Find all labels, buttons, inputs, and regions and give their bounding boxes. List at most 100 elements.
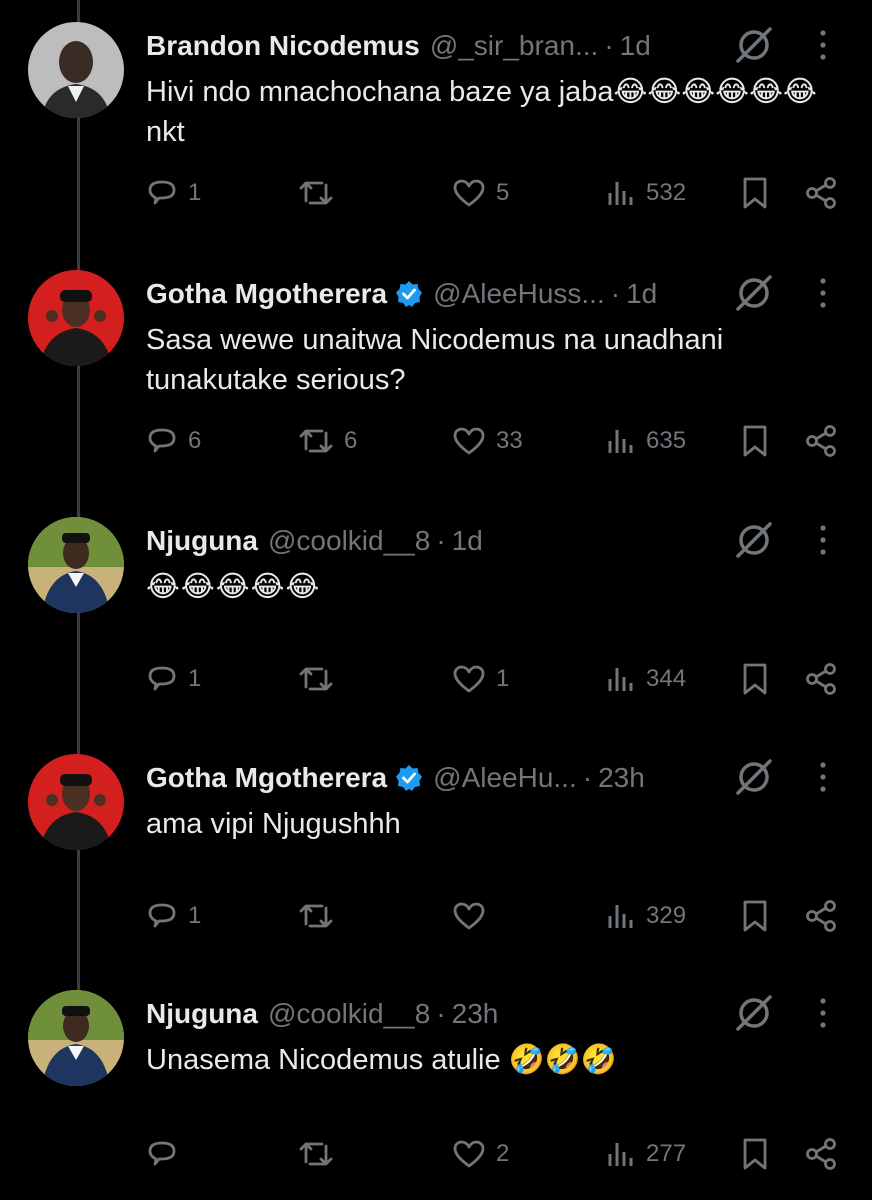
grok-icon[interactable] xyxy=(733,24,775,66)
timestamp[interactable]: 23h xyxy=(452,998,499,1030)
more-options-icon[interactable] xyxy=(806,24,840,66)
bookmark-button[interactable] xyxy=(741,421,769,461)
user-handle[interactable]: @_sir_bran... xyxy=(430,30,599,62)
more-options-icon[interactable] xyxy=(806,272,840,314)
user-handle[interactable]: @AleeHuss... xyxy=(433,278,605,310)
repost-count: 6 xyxy=(344,427,358,454)
avatar[interactable] xyxy=(28,754,124,850)
repost-button[interactable] xyxy=(298,896,344,936)
tweet-text: Unasema Nicodemus atulie 🤣🤣🤣 xyxy=(146,1044,617,1076)
separator-dot: · xyxy=(436,998,446,1029)
timestamp[interactable]: 1d xyxy=(452,525,483,557)
reply-icon xyxy=(148,903,176,928)
avatar[interactable] xyxy=(28,517,124,613)
separator-dot: · xyxy=(604,30,614,61)
view-count: 344 xyxy=(646,665,687,692)
display-name[interactable]: Njuguna xyxy=(146,525,258,557)
share-icon xyxy=(806,663,836,695)
grok-icon[interactable] xyxy=(733,519,775,561)
views-button[interactable]: 344 xyxy=(606,659,686,699)
avatar[interactable] xyxy=(28,270,124,366)
share-button[interactable] xyxy=(804,896,838,936)
views-icon xyxy=(608,182,633,205)
reply-button[interactable]: 1 xyxy=(146,659,201,699)
verified-badge-icon xyxy=(395,764,423,792)
bookmark-icon xyxy=(743,177,767,209)
view-count: 532 xyxy=(646,179,687,206)
repost-button[interactable] xyxy=(298,1134,344,1174)
bookmark-button[interactable] xyxy=(741,659,769,699)
user-handle[interactable]: @coolkid__8 xyxy=(268,998,430,1030)
user-handle[interactable]: @coolkid__8 xyxy=(268,525,430,557)
more-options-icon[interactable] xyxy=(806,756,840,798)
like-button[interactable] xyxy=(452,896,496,936)
like-button[interactable]: 2 xyxy=(452,1134,509,1174)
timestamp[interactable]: 1d xyxy=(626,278,657,310)
heart-icon xyxy=(453,427,485,455)
tweet-text: Sasa wewe unaitwa Nicodemus na unadhani … xyxy=(146,324,724,396)
timestamp[interactable]: 23h xyxy=(598,762,645,794)
views-button[interactable]: 277 xyxy=(606,1134,686,1174)
repost-icon xyxy=(299,667,333,691)
share-button[interactable] xyxy=(804,659,838,699)
verified-badge-icon xyxy=(395,280,423,308)
reply-icon xyxy=(148,666,176,691)
repost-button[interactable] xyxy=(298,173,344,213)
display-name[interactable]: Gotha Mgotherera xyxy=(146,278,387,310)
like-button[interactable]: 5 xyxy=(452,173,509,213)
separator-dot: · xyxy=(582,762,593,793)
share-icon xyxy=(806,425,836,457)
views-icon xyxy=(608,1143,633,1166)
like-count: 1 xyxy=(496,665,510,692)
like-button[interactable]: 1 xyxy=(452,659,509,699)
heart-icon xyxy=(453,179,485,207)
like-button[interactable]: 33 xyxy=(452,421,523,461)
repost-button[interactable]: 6 xyxy=(298,421,357,461)
action-bar: 6 6 33 635 xyxy=(146,421,846,461)
tweet-text: 😂😂😂😂😂 xyxy=(146,571,321,603)
views-button[interactable]: 635 xyxy=(606,421,686,461)
avatar[interactable] xyxy=(28,990,124,1086)
display-name[interactable]: Gotha Mgotherera xyxy=(146,762,387,794)
reply-button[interactable]: 6 xyxy=(146,421,201,461)
reply-button[interactable] xyxy=(146,1134,188,1174)
more-options-icon[interactable] xyxy=(806,992,840,1034)
grok-icon[interactable] xyxy=(733,992,775,1034)
display-name[interactable]: Njuguna xyxy=(146,998,258,1030)
reply-count: 6 xyxy=(188,427,202,454)
reply-icon xyxy=(148,180,176,205)
share-button[interactable] xyxy=(804,173,838,213)
bookmark-icon xyxy=(743,1138,767,1170)
repost-button[interactable] xyxy=(298,659,344,699)
like-count: 5 xyxy=(496,179,510,206)
reply-button[interactable]: 1 xyxy=(146,896,201,936)
views-button[interactable]: 532 xyxy=(606,173,686,213)
heart-icon xyxy=(453,902,485,930)
bookmark-button[interactable] xyxy=(741,173,769,213)
timestamp[interactable]: 1d xyxy=(620,30,651,62)
reply-button[interactable]: 1 xyxy=(146,173,201,213)
share-button[interactable] xyxy=(804,1134,838,1174)
views-icon xyxy=(608,905,633,928)
user-handle[interactable]: @AleeHu... xyxy=(433,762,577,794)
reply-count: 1 xyxy=(188,902,202,929)
bookmark-button[interactable] xyxy=(741,1134,769,1174)
avatar[interactable] xyxy=(28,22,124,118)
views-button[interactable]: 329 xyxy=(606,896,686,936)
separator-dot: · xyxy=(436,525,446,556)
share-button[interactable] xyxy=(804,421,838,461)
views-icon xyxy=(608,430,633,453)
bookmark-icon xyxy=(743,663,767,695)
grok-icon[interactable] xyxy=(733,756,775,798)
tweet-text: Hivi ndo mnachochana baze ya jaba😂😂😂😂😂😂n… xyxy=(146,76,817,148)
reply-icon xyxy=(148,1141,176,1166)
separator-dot: · xyxy=(610,278,621,309)
more-options-icon[interactable] xyxy=(806,519,840,561)
bookmark-button[interactable] xyxy=(741,896,769,936)
like-count: 2 xyxy=(496,1140,510,1167)
display-name[interactable]: Brandon Nicodemus xyxy=(146,30,420,62)
view-count: 635 xyxy=(646,427,687,454)
action-bar: 2 277 xyxy=(146,1134,846,1174)
grok-icon[interactable] xyxy=(733,272,775,314)
heart-icon xyxy=(453,665,485,693)
